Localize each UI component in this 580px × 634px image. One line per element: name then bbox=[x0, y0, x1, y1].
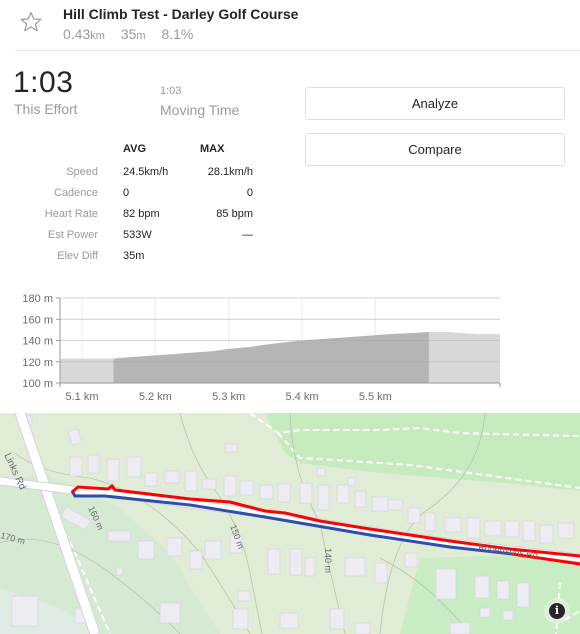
y-tick-label: 180 m bbox=[22, 293, 53, 305]
map-info-button[interactable]: i bbox=[544, 598, 570, 624]
stat-label: Cadence bbox=[53, 187, 98, 199]
x-tick-label: 5.1 km bbox=[65, 391, 98, 403]
segment-header: Hill Climb Test - Darley Golf Course 0.4… bbox=[0, 0, 580, 50]
stat-row-cadence: Cadence 0 0 bbox=[0, 187, 280, 203]
stat-avg: 24.5km/h bbox=[123, 166, 169, 178]
x-tick-label: 5.2 km bbox=[139, 391, 172, 403]
map-canvas[interactable]: Links Rd Robertsons Rd 170 m 160 m 150 m… bbox=[0, 413, 580, 634]
segment-map[interactable]: Links Rd Robertsons Rd 170 m 160 m 150 m… bbox=[0, 413, 580, 634]
stat-max: 0 bbox=[246, 187, 253, 199]
avg-header: AVG bbox=[123, 143, 147, 155]
moving-time: 1:03 bbox=[160, 85, 182, 97]
effort-time: 1:03 bbox=[13, 66, 74, 99]
segment-distance: 0.43km bbox=[63, 26, 105, 42]
stat-row-est-power: Est Power 533W — bbox=[0, 229, 280, 245]
elevation-value: 35 bbox=[120, 26, 137, 42]
segment-title[interactable]: Hill Climb Test - Darley Golf Course bbox=[63, 6, 298, 22]
stat-max: 85 bpm bbox=[216, 208, 253, 220]
stat-row-elev-diff: Elev Diff 35m bbox=[0, 250, 280, 266]
elevation-area-segment bbox=[113, 332, 429, 383]
distance-unit: km bbox=[90, 30, 105, 42]
elevation-chart[interactable]: 180 m 160 m 140 m 120 m 100 m 5.1 km 5.2 km 5.3… bbox=[0, 288, 580, 410]
header-divider bbox=[15, 50, 580, 51]
y-tick-label: 100 m bbox=[22, 378, 53, 390]
y-tick-label: 160 m bbox=[22, 314, 53, 326]
stat-avg: 533W bbox=[123, 229, 152, 241]
analyze-button[interactable]: Analyze bbox=[305, 87, 565, 120]
stat-label: Heart Rate bbox=[44, 208, 98, 220]
distance-value: 0.43 bbox=[63, 26, 91, 42]
elevation-unit: m bbox=[136, 30, 146, 42]
stat-max: — bbox=[242, 229, 253, 241]
stat-row-heart-rate: Heart Rate 82 bpm 85 bpm bbox=[0, 208, 280, 224]
stat-row-speed: Speed 24.5km/h 28.1km/h bbox=[0, 166, 280, 182]
max-header: MAX bbox=[200, 143, 225, 155]
info-icon: i bbox=[549, 603, 565, 619]
stat-label: Elev Diff bbox=[57, 250, 98, 262]
x-tick-label: 5.3 km bbox=[212, 391, 245, 403]
y-tick-label: 120 m bbox=[22, 357, 53, 369]
stat-label: Est Power bbox=[47, 229, 98, 241]
star-outline-icon[interactable] bbox=[19, 10, 43, 34]
stat-max: 28.1km/h bbox=[207, 166, 253, 178]
stat-avg: 0 bbox=[123, 187, 130, 199]
segment-stats: 0.43km 35m 8.1% bbox=[63, 26, 205, 42]
contour-label: 140 m bbox=[323, 548, 333, 573]
compare-button[interactable]: Compare bbox=[305, 133, 565, 166]
effort-time-label: This Effort bbox=[14, 101, 78, 117]
segment-elevation: 35m bbox=[121, 26, 146, 42]
segment-grade: 8.1% bbox=[161, 26, 194, 42]
moving-time-label: Moving Time bbox=[160, 102, 240, 118]
stat-avg: 35m bbox=[123, 250, 145, 262]
stat-label: Speed bbox=[66, 166, 98, 178]
y-tick-label: 140 m bbox=[22, 336, 53, 348]
x-tick-label: 5.4 km bbox=[285, 391, 318, 403]
stat-avg: 82 bpm bbox=[123, 208, 160, 220]
chart-area-layer bbox=[60, 297, 500, 383]
x-tick-label: 5.5 km bbox=[359, 391, 392, 403]
